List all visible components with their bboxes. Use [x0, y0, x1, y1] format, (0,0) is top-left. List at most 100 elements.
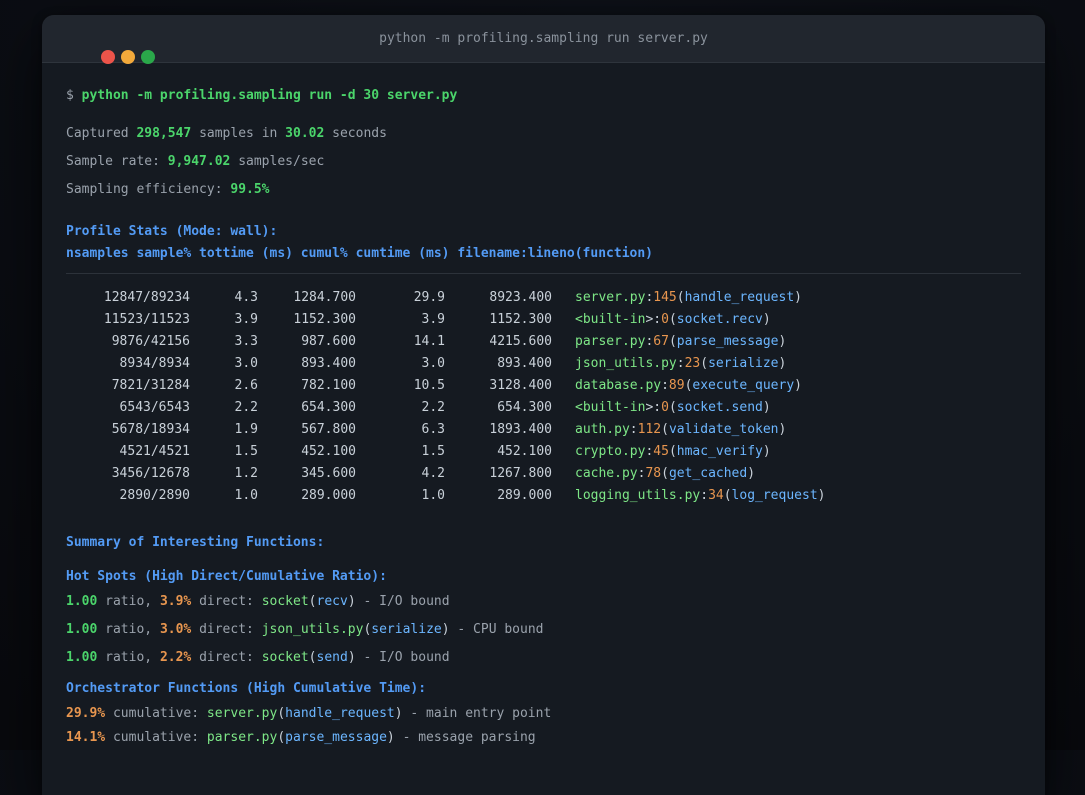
text-segment: crypto.py [575, 444, 646, 459]
text-segment: 1893.400 [489, 422, 552, 437]
text-segment: 12847/89234 [103, 290, 190, 305]
text-segment: samples/sec [230, 154, 325, 169]
text-segment: ) [778, 334, 787, 349]
text-segment: log_request [731, 488, 818, 503]
text-segment: - I/O bound [355, 594, 450, 609]
text-segment: 6.3 [421, 422, 445, 437]
text-segment: 45 [653, 444, 669, 459]
text-segment: python -m profiling.sampling run -d 30 s… [81, 88, 458, 103]
text-segment: ( [661, 466, 669, 481]
text-segment: 782.100 [301, 378, 356, 393]
text-segment: samples in [191, 126, 286, 141]
text-segment: 8923.400 [489, 290, 552, 305]
text-segment: 452.100 [301, 444, 356, 459]
text-segment: 1267.800 [489, 466, 552, 481]
close-button[interactable] [101, 50, 115, 64]
text-segment: 1.2 [234, 466, 258, 481]
text-segment: 89 [668, 378, 685, 393]
text-segment: 2.2% [159, 650, 192, 665]
orchestrator-line: 14.1% cumulative: parser.py(parse_messag… [66, 728, 1021, 748]
text-segment: 3.9 [234, 312, 258, 327]
hot-spots-heading: Hot Spots (High Direct/Cumulative Ratio)… [66, 569, 387, 584]
text-segment: 23 [684, 356, 701, 371]
titlebar[interactable]: python -m profiling.sampling run server.… [42, 15, 1045, 64]
text-segment: <built-in [575, 400, 646, 415]
text-segment: ) [762, 444, 771, 459]
text-segment: : [676, 356, 685, 371]
table-row: 9876/42156 3.3 987.600 14.1 4215.600 parser.p… [66, 331, 1021, 353]
text-segment: 298,547 [136, 126, 192, 141]
text-segment: 14.1 [413, 334, 445, 349]
text-segment: 3.0 [421, 356, 445, 371]
orchestrators-heading: Orchestrator Functions (High Cumulative … [66, 681, 427, 696]
function-location: auth.py:112(validate_token) [575, 419, 786, 441]
text-segment: ( [668, 444, 677, 459]
text-segment: ( [668, 334, 677, 349]
table-row: 7821/31284 2.6 782.100 10.5 3128.400 database… [66, 375, 1021, 397]
text-segment: 14.1% [66, 730, 106, 745]
text-segment: 654.300 [497, 400, 552, 415]
minimize-button[interactable] [121, 50, 135, 64]
text-segment: ( [277, 730, 286, 745]
text-segment: 78 [645, 466, 662, 481]
text-segment: 1.00 [66, 650, 98, 665]
function-location: <built-in>:0(socket.recv) [575, 309, 771, 331]
text-segment: : [700, 488, 709, 503]
text-segment: ( [668, 312, 677, 327]
table-divider [66, 273, 1021, 274]
text-segment: Captured [66, 126, 137, 141]
text-segment: ) [386, 730, 395, 745]
text-segment: seconds [324, 126, 387, 141]
hot-spot-line: 1.00 ratio, 3.0% direct: json_utils.py(s… [66, 620, 1021, 640]
text-segment: get_cached [668, 466, 748, 481]
text-segment: 3456/12678 [111, 466, 190, 481]
text-segment: ( [723, 488, 732, 503]
text-segment: 3.3 [234, 334, 258, 349]
text-segment: ) [394, 706, 403, 721]
text-segment: ) [817, 488, 826, 503]
text-segment: parser.py [575, 334, 646, 349]
text-segment: 2.6 [234, 378, 258, 393]
sample-rate-line: Sample rate: 9,947.02 samples/sec [66, 152, 1021, 172]
text-segment: 1.00 [66, 594, 98, 609]
hot-spot-line: 1.00 ratio, 3.9% direct: socket(recv) - … [66, 592, 1021, 612]
text-segment: 2.2 [421, 400, 445, 415]
window-controls [101, 50, 155, 64]
text-segment: 3.0 [234, 356, 258, 371]
text-segment: parse_message [285, 730, 387, 745]
text-segment: ( [308, 650, 317, 665]
table-row: 11523/11523 3.9 1152.300 3.9 1152.300 <built-… [66, 309, 1021, 331]
table-row: 6543/6543 2.2 654.300 2.2 654.300 <built-in>:… [66, 397, 1021, 419]
text-segment: socket.send [676, 400, 763, 415]
text-segment: logging_utils.py [575, 488, 701, 503]
text-segment: 1.0 [421, 488, 445, 503]
text-segment: serialize [708, 356, 779, 371]
text-segment: send [316, 650, 348, 665]
text-segment: validate_token [668, 422, 779, 437]
text-segment: json_utils.py [575, 356, 677, 371]
hot-spot-line: 1.00 ratio, 2.2% direct: socket(send) - … [66, 648, 1021, 668]
text-segment: 112 [637, 422, 662, 437]
text-segment: direct: [191, 594, 262, 609]
text-segment: 11523/11523 [103, 312, 190, 327]
text-segment: ( [668, 400, 677, 415]
text-segment: 6543/6543 [119, 400, 190, 415]
summary-heading: Summary of Interesting Functions: [66, 535, 325, 550]
text-segment: server.py [575, 290, 646, 305]
text-segment: 987.600 [301, 334, 356, 349]
text-segment: 4.2 [421, 466, 445, 481]
text-segment: 34 [708, 488, 724, 503]
text-segment: 1.5 [234, 444, 258, 459]
text-segment: 3128.400 [489, 378, 552, 393]
text-segment: ) [794, 378, 802, 393]
text-segment: cumulative: [105, 706, 207, 721]
text-segment: socket.recv [676, 312, 763, 327]
maximize-button[interactable] [141, 50, 155, 64]
text-segment: Sample rate: [66, 154, 168, 169]
text-segment: 145 [653, 290, 677, 305]
text-segment: ) [778, 422, 787, 437]
text-segment: 289.000 [497, 488, 552, 503]
text-segment: serialize [371, 622, 442, 637]
text-segment: socket [261, 650, 309, 665]
text-segment: server.py [206, 706, 278, 721]
